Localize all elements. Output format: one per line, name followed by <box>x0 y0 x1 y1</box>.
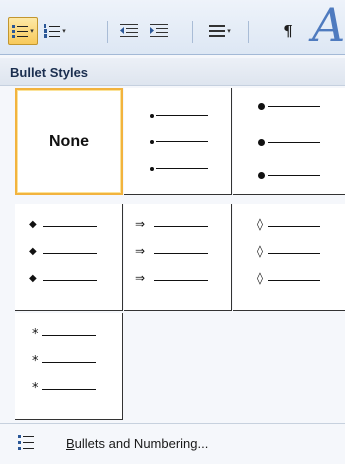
bullet-style-arrow[interactable]: ⇒ ⇒ ⇒ <box>124 204 232 311</box>
bullets-button[interactable]: ▾ <box>8 17 38 45</box>
asterisk-bullet-icon: * <box>32 381 39 396</box>
bullet-list-icon <box>12 25 29 38</box>
toolbar-separator <box>192 21 193 43</box>
chevron-down-icon: ▾ <box>227 26 231 35</box>
bullet-line <box>42 335 96 336</box>
bullet-line <box>268 253 320 254</box>
bullet-style-small-dot[interactable] <box>124 88 232 195</box>
bullet-line <box>268 175 320 176</box>
bullet-line <box>154 253 208 254</box>
bullet-dot-icon <box>150 114 154 118</box>
gallery-section-title: Bullet Styles <box>10 65 89 80</box>
diamond-bullet-icon: ◆ <box>29 246 37 257</box>
decrease-indent-button[interactable] <box>116 17 142 45</box>
increase-indent-icon <box>150 24 168 37</box>
styles-letter-icon[interactable]: A <box>312 2 345 48</box>
hollow-diamond-bullet-icon: ◊ <box>257 244 263 258</box>
bullet-line <box>156 141 208 142</box>
diamond-bullet-icon: ◆ <box>29 273 37 284</box>
bullet-dot-icon <box>258 172 265 179</box>
bullet-style-asterisk[interactable]: * * * <box>15 313 123 420</box>
toolbar-separator <box>248 21 249 43</box>
hollow-diamond-bullet-icon: ◊ <box>257 271 263 285</box>
toolbar-separator <box>107 21 108 43</box>
bullet-dot-icon <box>150 140 154 144</box>
gallery-section-header: Bullet Styles <box>0 58 345 86</box>
increase-indent-button[interactable] <box>146 17 172 45</box>
hollow-diamond-bullet-icon: ◊ <box>257 217 263 231</box>
chevron-down-icon: ▾ <box>30 26 34 35</box>
show-formatting-button[interactable]: ¶ <box>275 17 301 45</box>
decrease-indent-icon <box>120 24 138 37</box>
bullets-and-numbering-menu-item[interactable]: Bullets and Numbering... <box>0 424 345 462</box>
bullet-line <box>42 362 96 363</box>
bullet-line <box>268 106 320 107</box>
bullet-style-none[interactable]: None <box>15 88 123 195</box>
bullet-style-large-dot[interactable] <box>233 88 345 195</box>
bullet-line <box>268 142 320 143</box>
bullet-style-none-label: None <box>49 132 89 150</box>
bullets-and-numbering-label: Bullets and Numbering... <box>66 436 208 451</box>
asterisk-bullet-icon: * <box>32 354 39 369</box>
bullet-line <box>43 226 97 227</box>
pilcrow-icon: ¶ <box>283 22 293 40</box>
bullet-line <box>156 168 208 169</box>
arrow-bullet-icon: ⇒ <box>135 271 146 285</box>
bullet-line <box>268 280 320 281</box>
bullet-line <box>43 253 97 254</box>
sort-button[interactable]: ▾ <box>200 17 240 45</box>
bullets-and-numbering-label-text: ullets and Numbering... <box>74 436 209 451</box>
bullet-dot-icon <box>258 103 265 110</box>
bullet-line <box>156 115 208 116</box>
bullet-line <box>43 280 97 281</box>
diamond-bullet-icon: ◆ <box>29 219 37 230</box>
asterisk-bullet-icon: * <box>32 327 39 342</box>
bullet-dot-icon <box>258 139 265 146</box>
bullet-style-diamond[interactable]: ◆ ◆ ◆ <box>15 204 123 311</box>
bullet-style-hollow-diamond[interactable]: ◊ ◊ ◊ <box>233 204 345 311</box>
arrow-bullet-icon: ⇒ <box>135 244 146 258</box>
bullet-line <box>268 226 320 227</box>
sort-icon <box>209 25 226 37</box>
bullet-line <box>42 389 96 390</box>
numbered-list-icon <box>44 24 61 38</box>
bullet-line <box>154 280 208 281</box>
bullet-dot-icon <box>150 167 154 171</box>
accelerator-key: B <box>66 436 75 451</box>
bullet-list-icon <box>18 435 34 450</box>
ribbon-paragraph-group: ▾ ▾ ▾ ¶ A <box>0 0 345 54</box>
arrow-bullet-icon: ⇒ <box>135 217 146 231</box>
chevron-down-icon: ▾ <box>62 26 66 35</box>
numbering-button[interactable]: ▾ <box>40 17 70 45</box>
bullet-line <box>154 226 208 227</box>
